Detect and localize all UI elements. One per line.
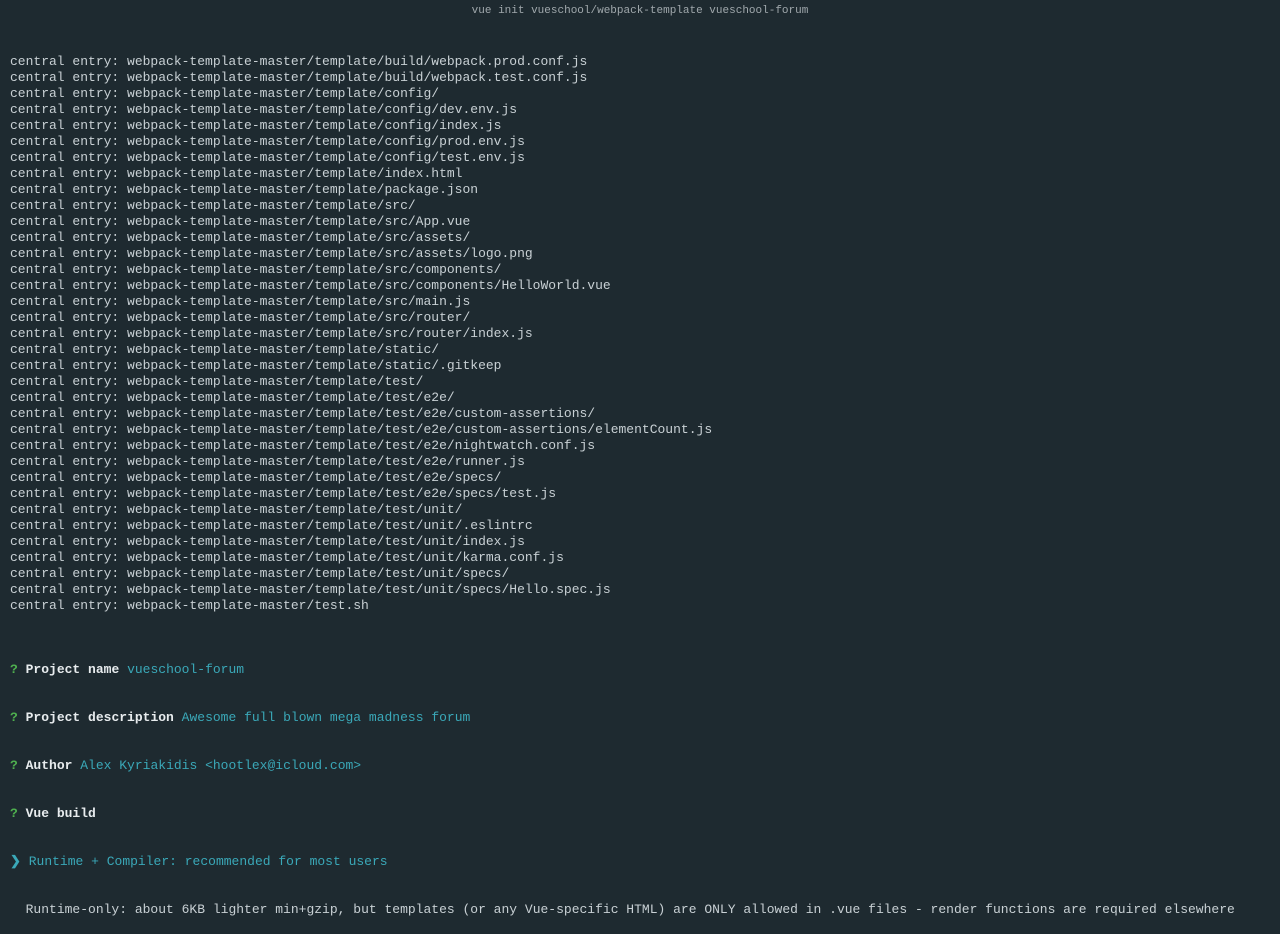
prompt-vue-build: ? Vue build [10, 806, 1270, 822]
log-line: central entry: webpack-template-master/t… [10, 598, 1270, 614]
log-line: central entry: webpack-template-master/t… [10, 502, 1270, 518]
log-line: central entry: webpack-template-master/t… [10, 214, 1270, 230]
log-line: central entry: webpack-template-master/t… [10, 438, 1270, 454]
log-line: central entry: webpack-template-master/t… [10, 230, 1270, 246]
log-line: central entry: webpack-template-master/t… [10, 358, 1270, 374]
log-line: central entry: webpack-template-master/t… [10, 246, 1270, 262]
prompt-author: ? Author Alex Kyriakidis <hootlex@icloud… [10, 758, 1270, 774]
log-line: central entry: webpack-template-master/t… [10, 582, 1270, 598]
log-line: central entry: webpack-template-master/t… [10, 406, 1270, 422]
prompt-project-name: ? Project name vueschool-forum [10, 662, 1270, 678]
log-line: central entry: webpack-template-master/t… [10, 310, 1270, 326]
log-line: central entry: webpack-template-master/t… [10, 278, 1270, 294]
log-line: central entry: webpack-template-master/t… [10, 518, 1270, 534]
log-line: central entry: webpack-template-master/t… [10, 102, 1270, 118]
terminal-output[interactable]: central entry: webpack-template-master/t… [0, 22, 1280, 934]
log-line: central entry: webpack-template-master/t… [10, 294, 1270, 310]
log-line: central entry: webpack-template-master/t… [10, 182, 1270, 198]
log-line: central entry: webpack-template-master/t… [10, 486, 1270, 502]
log-line: central entry: webpack-template-master/t… [10, 422, 1270, 438]
log-line: central entry: webpack-template-master/t… [10, 534, 1270, 550]
option-runtime-only[interactable]: Runtime-only: about 6KB lighter min+gzip… [10, 902, 1270, 918]
log-line: central entry: webpack-template-master/t… [10, 166, 1270, 182]
window-title: vue init vueschool/webpack-template vues… [0, 0, 1280, 22]
log-line: central entry: webpack-template-master/t… [10, 54, 1270, 70]
log-line: central entry: webpack-template-master/t… [10, 342, 1270, 358]
log-line: central entry: webpack-template-master/t… [10, 454, 1270, 470]
log-line: central entry: webpack-template-master/t… [10, 150, 1270, 166]
log-line: central entry: webpack-template-master/t… [10, 134, 1270, 150]
prompt-project-description: ? Project description Awesome full blown… [10, 710, 1270, 726]
log-line: central entry: webpack-template-master/t… [10, 118, 1270, 134]
log-line: central entry: webpack-template-master/t… [10, 374, 1270, 390]
log-line: central entry: webpack-template-master/t… [10, 566, 1270, 582]
log-line: central entry: webpack-template-master/t… [10, 390, 1270, 406]
log-line: central entry: webpack-template-master/t… [10, 550, 1270, 566]
log-line: central entry: webpack-template-master/t… [10, 326, 1270, 342]
log-line: central entry: webpack-template-master/t… [10, 86, 1270, 102]
log-line: central entry: webpack-template-master/t… [10, 262, 1270, 278]
log-line: central entry: webpack-template-master/t… [10, 70, 1270, 86]
log-line: central entry: webpack-template-master/t… [10, 198, 1270, 214]
option-runtime-compiler[interactable]: ❯ Runtime + Compiler: recommended for mo… [10, 854, 1270, 870]
log-line: central entry: webpack-template-master/t… [10, 470, 1270, 486]
